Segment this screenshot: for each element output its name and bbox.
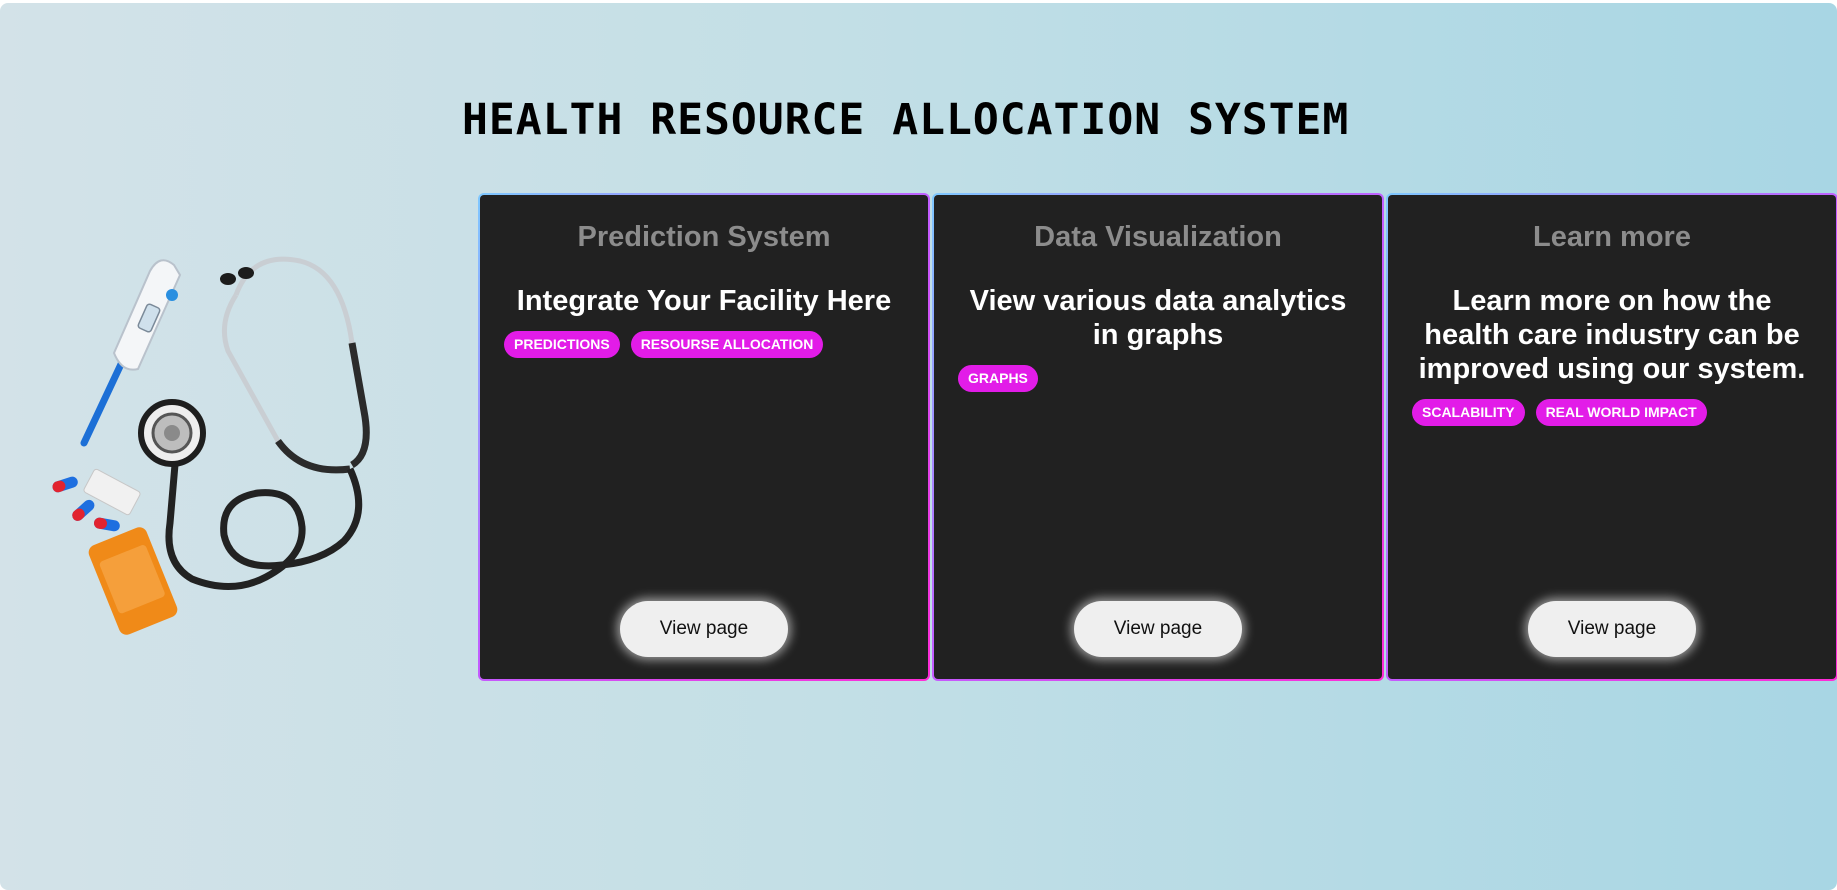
view-page-button[interactable]: View page — [1074, 601, 1242, 657]
stethoscope-icon — [138, 256, 370, 591]
tag-list: GRAPHS — [958, 365, 1358, 392]
card-headline: Integrate Your Facility Here — [516, 285, 892, 317]
card-title: Prediction System — [577, 221, 831, 253]
view-page-button[interactable]: View page — [1528, 601, 1696, 657]
card-title: Learn more — [1533, 221, 1691, 253]
tag-graphs: GRAPHS — [958, 365, 1038, 392]
card-learn-more: Learn more Learn more on how the health … — [1386, 193, 1837, 681]
tag-list: SCALABILITY REAL WORLD IMPACT — [1412, 399, 1812, 426]
card-headline: View various data analytics in graphs — [969, 285, 1347, 351]
card-headline: Learn more on how the health care indust… — [1418, 285, 1806, 385]
card-data-visualization: Data Visualization View various data ana… — [932, 193, 1384, 681]
tag-resourse-allocation: RESOURSE ALLOCATION — [630, 331, 824, 358]
card-title: Data Visualization — [1034, 221, 1282, 253]
tag-real-world-impact: REAL WORLD IMPACT — [1535, 399, 1707, 426]
tag-predictions: PREDICTIONS — [504, 331, 620, 358]
pills-icon — [52, 468, 141, 532]
tag-list: PREDICTIONS RESOURSE ALLOCATION — [504, 331, 904, 358]
view-page-button[interactable]: View page — [620, 601, 788, 657]
card-prediction-system: Prediction System Integrate Your Facilit… — [478, 193, 930, 681]
page-background: HEALTH RESOURCE ALLOCATION SYSTEM Predic… — [0, 3, 1837, 890]
tag-scalability: SCALABILITY — [1412, 399, 1525, 426]
medical-illustration — [52, 256, 370, 635]
page-title: HEALTH RESOURCE ALLOCATION SYSTEM — [462, 95, 1350, 145]
